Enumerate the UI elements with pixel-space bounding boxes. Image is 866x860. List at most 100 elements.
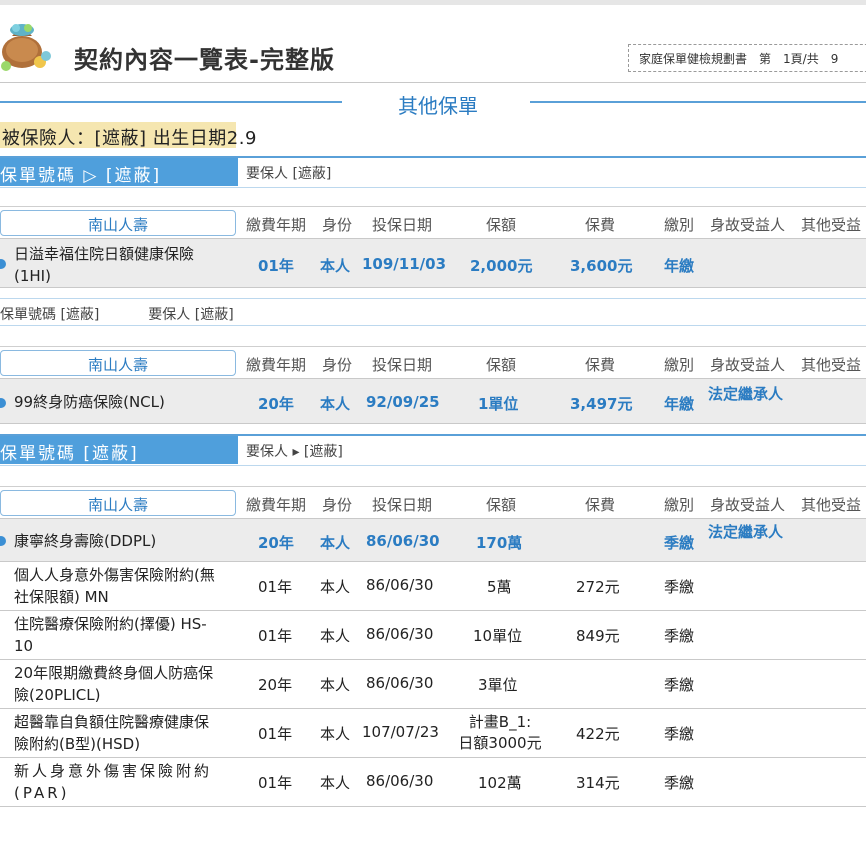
product-name: 99終身防癌保險(NCL)	[14, 393, 165, 411]
section-line-left	[0, 101, 342, 103]
issue-date: 86/06/30	[366, 772, 434, 790]
payment-term: 20年	[258, 395, 294, 413]
sum-insured: 3單位	[478, 676, 518, 694]
death-beneficiary: 法定繼承人	[708, 523, 784, 541]
col-frequency: 繳別	[664, 496, 695, 514]
policy-number-bar: 保單號碼 [遮蔽] 要保人 ▸ [遮蔽]	[0, 434, 866, 466]
col-amount: 保額	[486, 356, 517, 374]
product-name: 20年限期繳費終身個人防癌保 險(20PLICL)	[14, 664, 214, 704]
policy-number-bar: 保單號碼 [遮蔽] 要保人 [遮蔽]	[0, 298, 866, 326]
col-frequency: 繳別	[664, 356, 695, 374]
product-name: 康寧終身壽險(DDPL)	[14, 532, 157, 550]
policy-number: 保單號碼 ▷ [遮蔽]	[0, 158, 238, 186]
table-header: 南山人壽 繳費年期 身份 投保日期 保額 保費 繳別 身故受益人 其他受益	[0, 206, 866, 238]
col-frequency: 繳別	[664, 216, 695, 234]
payment-frequency: 年繳	[664, 257, 695, 275]
sum-insured: 102萬	[478, 774, 522, 792]
identity: 本人	[320, 534, 351, 552]
col-date: 投保日期	[372, 216, 433, 234]
table-row: 日溢幸福住院日額健康保險 (1HI) 01年 本人 109/11/03 2,00…	[0, 238, 866, 288]
row-bullet	[0, 536, 6, 546]
col-term: 繳費年期	[246, 496, 307, 514]
product-name: 超醫靠自負額住院醫療健康保 險附約(B型)(HSD)	[14, 713, 210, 753]
issue-date: 86/06/30	[366, 625, 434, 643]
product-name: 新人身意外傷害保險附約 (PAR)	[14, 762, 213, 802]
row-bullet	[0, 259, 6, 269]
identity: 本人	[320, 395, 351, 413]
table-row: 康寧終身壽險(DDPL) 20年 本人 86/06/30 170萬 季繳 法定繼…	[0, 518, 866, 562]
col-death-beneficiary: 身故受益人	[710, 216, 786, 234]
payment-term: 20年	[258, 534, 294, 552]
col-identity: 身份	[322, 356, 353, 374]
table-row: 住院醫療保險附約(擇優) HS- 10 01年 本人 86/06/30 10單位…	[0, 611, 866, 660]
col-death-beneficiary: 身故受益人	[710, 496, 786, 514]
col-death-beneficiary: 身故受益人	[710, 356, 786, 374]
payment-frequency: 年繳	[664, 395, 695, 413]
premium: 3,600元	[570, 257, 633, 275]
issue-date: 92/09/25	[366, 393, 440, 411]
table-row: 20年限期繳費終身個人防癌保 險(20PLICL) 20年 本人 86/06/3…	[0, 660, 866, 709]
product-name: 個人人身意外傷害保險附約(無 社保限額) MN	[14, 566, 215, 606]
page-info: 1頁/共	[783, 52, 819, 66]
payment-term: 20年	[258, 676, 293, 694]
policy-holder: 要保人 [遮蔽]	[246, 166, 332, 182]
issue-date: 109/11/03	[362, 255, 447, 273]
payment-frequency: 季繳	[664, 725, 695, 743]
payment-frequency: 季繳	[664, 578, 695, 596]
policy-holder: 要保人 ▸ [遮蔽]	[246, 444, 343, 460]
payment-term: 01年	[258, 257, 294, 275]
col-date: 投保日期	[372, 356, 433, 374]
death-beneficiary: 法定繼承人	[708, 385, 784, 403]
identity: 本人	[320, 257, 351, 275]
col-identity: 身份	[322, 496, 353, 514]
row-bullet	[0, 398, 6, 408]
sum-insured: 10單位	[473, 627, 523, 645]
header-divider	[0, 82, 866, 83]
col-other-beneficiary: 其他受益	[801, 356, 862, 374]
col-premium: 保費	[585, 356, 616, 374]
sum-insured: 5萬	[487, 578, 512, 596]
money-bag-icon	[1, 24, 51, 71]
col-term: 繳費年期	[246, 216, 307, 234]
col-other-beneficiary: 其他受益	[801, 496, 862, 514]
payment-term: 01年	[258, 774, 293, 792]
issue-date: 86/06/30	[366, 674, 434, 692]
page-total: 9	[830, 52, 839, 66]
identity: 本人	[320, 627, 351, 645]
payment-frequency: 季繳	[664, 534, 695, 552]
section-line-right	[530, 101, 866, 103]
col-premium: 保費	[585, 216, 616, 234]
table-row: 個人人身意外傷害保險附約(無 社保限額) MN 01年 本人 86/06/30 …	[0, 562, 866, 611]
policy-number: 保單號碼 [遮蔽]	[0, 436, 238, 464]
col-other-beneficiary: 其他受益	[801, 216, 862, 234]
sum-insured: 1單位	[478, 395, 519, 413]
page-prefix: 第	[759, 52, 772, 66]
policy-number-bar: 保單號碼 ▷ [遮蔽] 要保人 [遮蔽]	[0, 156, 866, 188]
insurer-name: 南山人壽	[0, 350, 236, 376]
premium: 849元	[576, 627, 620, 645]
col-identity: 身份	[322, 216, 353, 234]
insurer-name: 南山人壽	[0, 490, 236, 516]
product-name: 日溢幸福住院日額健康保險 (1HI)	[14, 245, 195, 285]
premium: 422元	[576, 725, 620, 743]
col-amount: 保額	[486, 216, 517, 234]
insured-info: 被保險人：[遮蔽] 出生日期2.9	[2, 128, 257, 149]
table-row: 超醫靠自負額住院醫療健康保 險附約(B型)(HSD) 01年 本人 107/07…	[0, 709, 866, 758]
sum-insured: 2,000元	[470, 257, 533, 275]
col-term: 繳費年期	[246, 356, 307, 374]
identity: 本人	[320, 774, 351, 792]
sum-insured: 170萬	[476, 534, 523, 552]
table-header: 南山人壽 繳費年期 身份 投保日期 保額 保費 繳別 身故受益人 其他受益	[0, 486, 866, 518]
identity: 本人	[320, 676, 351, 694]
table-row: 99終身防癌保險(NCL) 20年 本人 92/09/25 1單位 3,497元…	[0, 378, 866, 424]
policy-holder: 要保人 [遮蔽]	[148, 307, 234, 323]
payment-term: 01年	[258, 627, 293, 645]
identity: 本人	[320, 725, 351, 743]
payment-frequency: 季繳	[664, 774, 695, 792]
payment-frequency: 季繳	[664, 676, 695, 694]
col-premium: 保費	[585, 496, 616, 514]
policy-number: 保單號碼 [遮蔽]	[0, 307, 100, 323]
top-border	[0, 0, 866, 5]
table-row: 新人身意外傷害保險附約 (PAR) 01年 本人 86/06/30 102萬 3…	[0, 758, 866, 807]
plan-name: 家庭保單健檢規劃書	[639, 52, 748, 66]
